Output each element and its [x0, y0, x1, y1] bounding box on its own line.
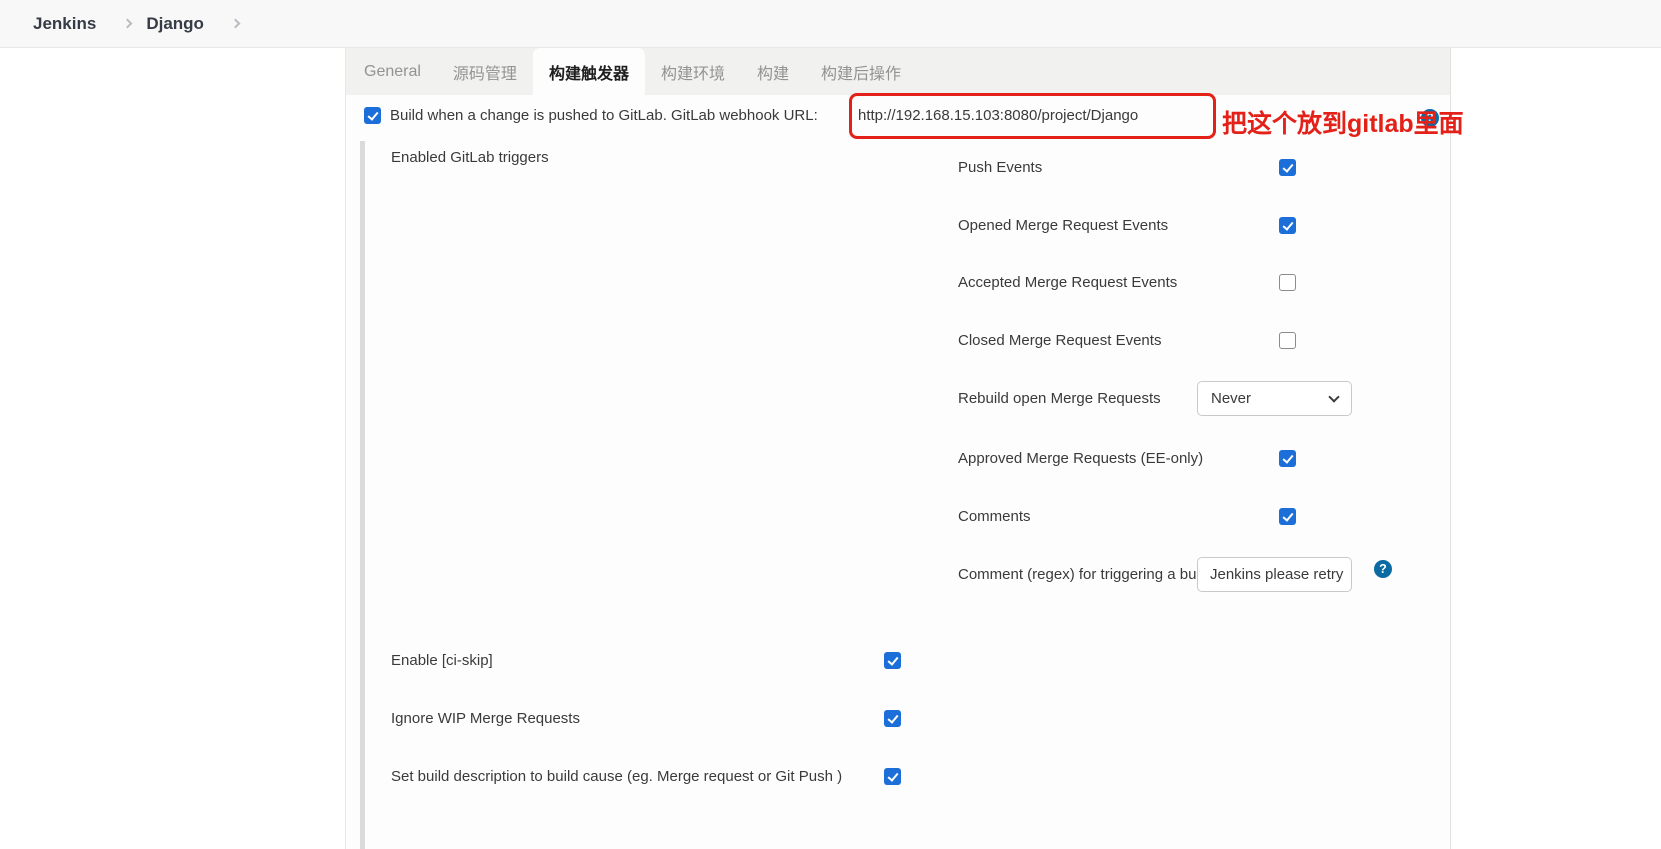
enable-ci-skip-checkbox[interactable]	[884, 652, 901, 669]
annotation-red-box	[849, 93, 1216, 139]
accepted-merge-request-events-checkbox[interactable]	[1279, 274, 1296, 291]
ignore-wip-merge-requests-checkbox[interactable]	[884, 710, 901, 727]
enable-ci-skip-label: Enable [ci-skip]	[391, 652, 493, 669]
enabled-gitlab-triggers-label: Enabled GitLab triggers	[391, 149, 549, 166]
chevron-down-icon	[1328, 390, 1340, 403]
approved-merge-requests-label: Approved Merge Requests (EE-only)	[958, 450, 1204, 467]
comments-checkbox[interactable]	[1279, 508, 1296, 525]
annotation-text: 把这个放到gitlab里面	[1222, 110, 1464, 138]
ignore-wip-merge-requests-label: Ignore WIP Merge Requests	[391, 710, 580, 727]
rebuild-open-merge-requests-select[interactable]: Never	[1197, 381, 1352, 416]
push-events-checkbox[interactable]	[1279, 159, 1296, 176]
comment-regex-input[interactable]: Jenkins please retry	[1197, 557, 1352, 592]
push-events-label: Push Events	[958, 159, 1043, 176]
closed-merge-request-events-label: Closed Merge Request Events	[958, 332, 1162, 349]
build-triggers-content: Build when a change is pushed to GitLab.…	[0, 0, 1661, 849]
nested-section-indent-bar	[360, 141, 365, 849]
comments-label: Comments	[958, 508, 1031, 525]
opened-merge-request-events-checkbox[interactable]	[1279, 217, 1296, 234]
help-icon[interactable]: ?	[1374, 560, 1392, 578]
comment-regex-label: Comment (regex) for triggering a build	[958, 566, 1212, 583]
gitlab-webhook-trigger-checkbox[interactable]	[364, 107, 381, 124]
closed-merge-request-events-checkbox[interactable]	[1279, 332, 1296, 349]
set-build-description-label: Set build description to build cause (eg…	[391, 768, 843, 785]
set-build-description-checkbox[interactable]	[884, 768, 901, 785]
jenkins-job-config-screen: Jenkins Django General 源码管理 构建触发器 构建环境 构建 构建后…	[0, 0, 1661, 849]
accepted-merge-request-events-label: Accepted Merge Request Events	[958, 274, 1178, 291]
opened-merge-request-events-label: Opened Merge Request Events	[958, 217, 1169, 234]
approved-merge-requests-checkbox[interactable]	[1279, 450, 1296, 467]
rebuild-open-merge-requests-select-value: Never	[1211, 390, 1252, 407]
gitlab-webhook-trigger-label: Build when a change is pushed to GitLab.…	[390, 107, 818, 124]
rebuild-open-merge-requests-label: Rebuild open Merge Requests	[958, 390, 1161, 407]
